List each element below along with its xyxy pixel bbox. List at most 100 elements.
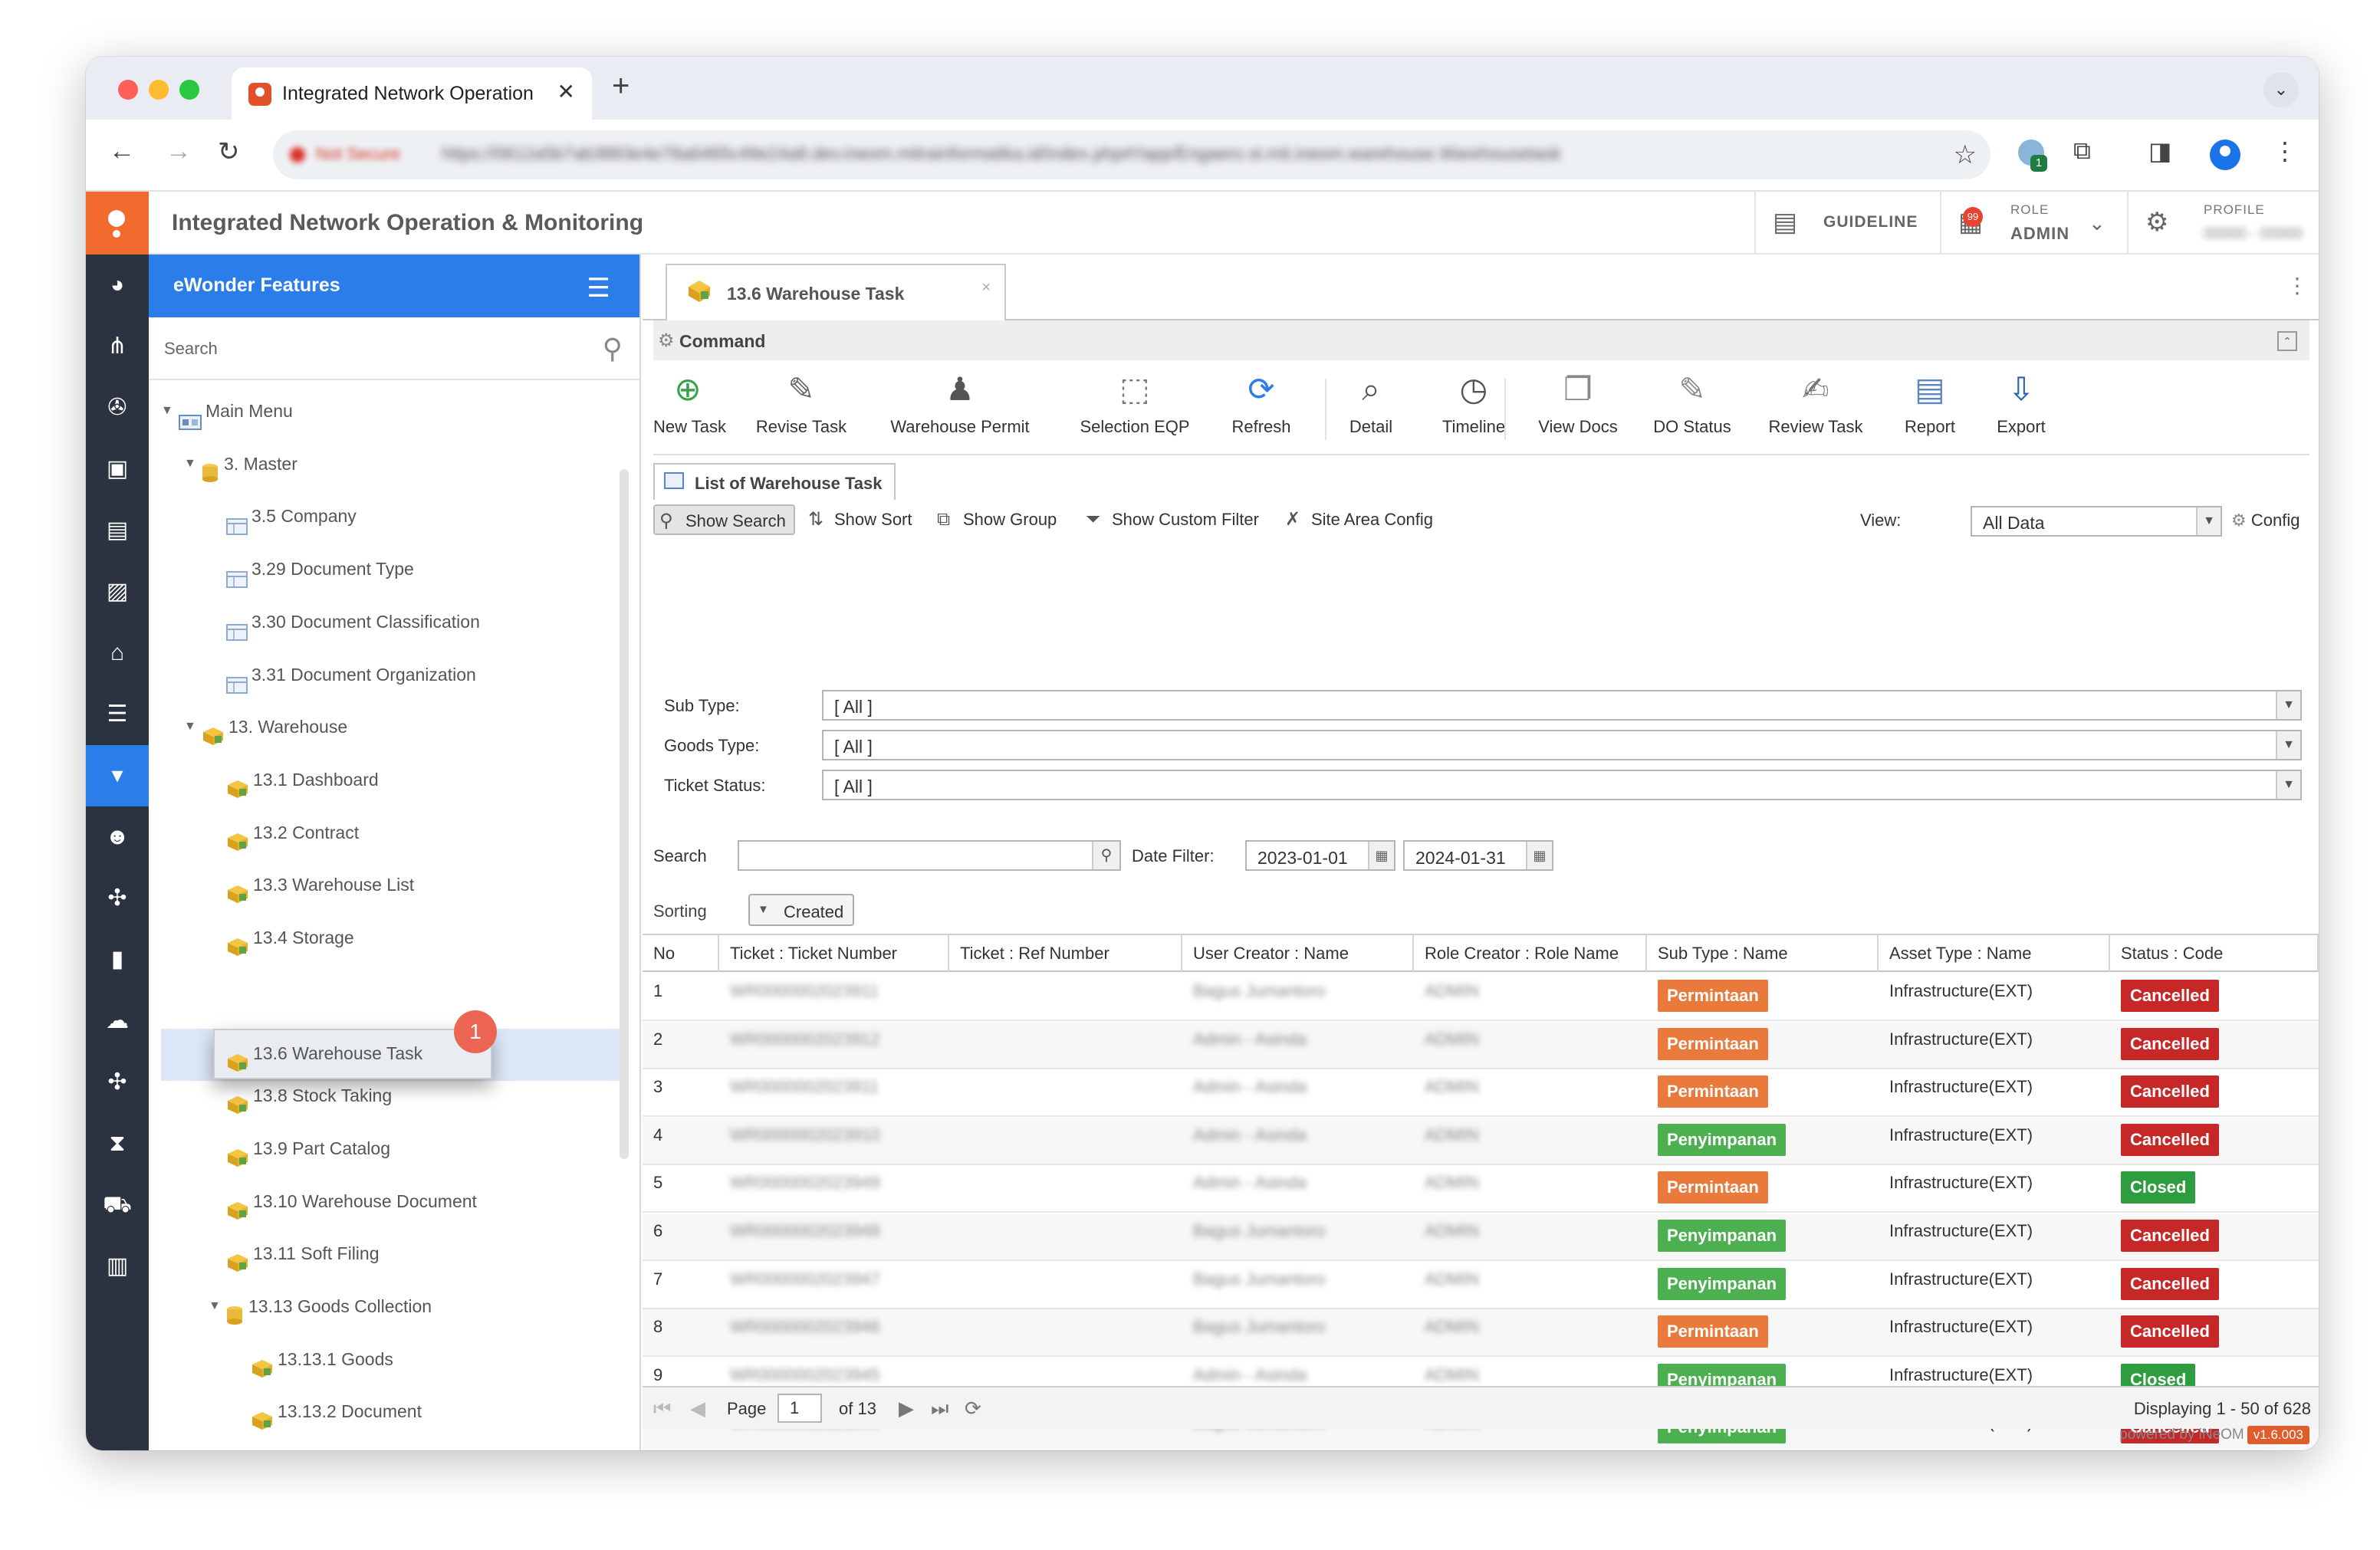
grid-search-input[interactable]: ⚲ — [738, 840, 1121, 871]
table-row[interactable]: 3 WR0000002023911 Admin - Asinda ADMIN Permi… — [643, 1069, 2319, 1117]
chart-icon[interactable]: ▥ — [86, 1236, 149, 1297]
users-icon[interactable]: ☻ — [86, 806, 149, 868]
last-page-icon[interactable]: ⏭ — [931, 1397, 948, 1421]
command-review-task-button[interactable]: ✍ Review Task — [1762, 369, 1869, 454]
filter-field-select[interactable]: [ All ] ▼ — [822, 730, 2302, 760]
chevron-down-icon[interactable]: ▼ — [2276, 731, 2300, 759]
more-vertical-icon[interactable]: ⋮ — [2286, 273, 2308, 298]
close-window-button[interactable] — [118, 80, 138, 100]
car-icon[interactable]: ⛟ — [86, 1174, 149, 1236]
puzzle-alt-icon[interactable]: ✣ — [86, 1052, 149, 1113]
close-tab-icon[interactable]: ✕ — [557, 79, 575, 104]
tree-item[interactable]: 13.1 Dashboard — [209, 757, 379, 803]
tree-item[interactable]: 13.10 Warehouse Document — [209, 1178, 477, 1224]
puzzle-icon[interactable]: ✣ — [86, 868, 149, 929]
profile-value[interactable]: 00000 - 00000 — [2204, 225, 2303, 243]
date-from-field[interactable]: 2023-01-01 ▦ — [1245, 840, 1395, 871]
page-number-input[interactable]: 1 — [777, 1394, 822, 1423]
settings-gear-icon[interactable]: ⚙ — [2145, 207, 2168, 238]
hamburger-menu-icon[interactable]: ☰ — [587, 273, 610, 304]
browser-menu-icon[interactable]: ⋮ — [2273, 136, 2297, 166]
column-header[interactable]: Sub Type : Name — [1647, 935, 1879, 972]
sidebar-search-input[interactable] — [164, 334, 578, 363]
search-icon[interactable]: ⚲ — [1092, 842, 1119, 869]
tree-item[interactable]: 13.11 Soft Filing — [209, 1230, 380, 1276]
warehouse-box-icon[interactable]: ▾ — [86, 745, 149, 806]
cloud-icon[interactable]: ☁ — [86, 990, 149, 1052]
tree-item[interactable]: 3.31 Document Organization — [209, 652, 476, 698]
clipboard-list-icon[interactable]: ▤ — [86, 500, 149, 561]
tree-item[interactable]: 3.29 Document Type — [209, 546, 414, 592]
table-row[interactable]: 4 WR0000002023910 Admin - Asinda ADMIN Penyi… — [643, 1118, 2319, 1165]
book-icon[interactable]: ▮ — [86, 929, 149, 990]
tree-item[interactable]: 3.30 Document Classification — [209, 599, 480, 645]
table-row[interactable]: 5 WR0000002023949 Admin - Asinda ADMIN Permi… — [643, 1165, 2319, 1213]
hourglass-icon[interactable]: ⧗ — [86, 1113, 149, 1174]
command-warehouse-permit-button[interactable]: ♟ Warehouse Permit — [883, 369, 1037, 454]
guideline-link[interactable]: GUIDELINE — [1823, 213, 1918, 232]
command-do-status-button[interactable]: ✎ DO Status — [1650, 369, 1734, 454]
show-custom-filter-button[interactable]: ⏷ Show Custom Filter — [1081, 504, 1259, 535]
side-panel-icon[interactable]: ◨ — [2148, 136, 2171, 166]
store-icon[interactable]: ⌂ — [86, 622, 149, 684]
maximize-window-button[interactable] — [179, 80, 199, 100]
command-new-task-button[interactable]: ⊕ New Task — [653, 369, 726, 454]
view-select[interactable]: All Data ▼ — [1971, 506, 2222, 537]
guideline-book-icon[interactable]: ▤ — [1773, 207, 1797, 238]
puzzle-extensions-icon[interactable]: ⧉ — [2073, 136, 2091, 166]
clipboard-icon[interactable]: ▣ — [86, 438, 149, 500]
tree-item[interactable]: 13.3 Warehouse List — [209, 862, 414, 908]
tree-item[interactable]: ▼ 13.13 Goods Collection — [209, 1283, 432, 1329]
prev-page-icon[interactable]: ◀ — [690, 1397, 705, 1420]
table-row[interactable]: 7 WR0000002023947 Bagus Jumantoro ADMIN Peny… — [643, 1262, 2319, 1309]
tree-item[interactable]: 13.4 Storage — [209, 915, 354, 961]
command-revise-task-button[interactable]: ✎ Revise Task — [753, 369, 850, 454]
dashboard-pie-icon[interactable]: ◕ — [86, 255, 149, 316]
close-icon[interactable]: × — [981, 279, 991, 297]
tree-item[interactable]: 13.13.1 Goods — [233, 1336, 393, 1382]
chevron-down-icon[interactable]: ▼ — [2276, 691, 2300, 719]
tab-warehouse-task[interactable]: 13.6 Warehouse Task × — [666, 264, 1006, 322]
tree-expand-arrow-icon[interactable]: ▼ — [184, 704, 201, 750]
image-icon[interactable]: ▨ — [86, 561, 149, 622]
sidebar-scrollbar[interactable] — [620, 469, 629, 1159]
column-header[interactable]: Ticket : Ref Number — [949, 935, 1182, 972]
command-export-button[interactable]: ⇩ Export — [1990, 369, 2052, 454]
chevron-down-icon[interactable]: ▼ — [2196, 507, 2221, 535]
command-view-docs-button[interactable]: ❐ View Docs — [1535, 369, 1621, 454]
refresh-icon[interactable]: ⟳ — [965, 1397, 981, 1420]
tree-item[interactable]: ▼ 13. Warehouse — [184, 704, 347, 750]
server-icon[interactable]: ☰ — [86, 684, 149, 745]
next-page-icon[interactable]: ▶ — [899, 1397, 914, 1420]
column-header[interactable]: Ticket : Ticket Number — [719, 935, 949, 972]
table-row[interactable]: 1 WR0000002023911 Bagus Jumantoro ADMIN Perm… — [643, 974, 2319, 1021]
filter-field-select[interactable]: [ All ] ▼ — [822, 690, 2302, 721]
wrench-icon[interactable]: ✇ — [86, 377, 149, 438]
tab-search-chevron-icon[interactable]: ⌄ — [2263, 72, 2299, 107]
tab-list-of-warehouse-task[interactable]: List of Warehouse Task — [653, 463, 896, 500]
show-search-button[interactable]: ⚲ Show Search — [653, 504, 795, 535]
address-bar[interactable]: Not Secure https://0612a5b7ab3883e4e78a6… — [273, 130, 1990, 179]
sort-created-chip[interactable]: ▼ Created — [748, 894, 854, 926]
table-row[interactable]: 6 WR0000002023948 Bagus Jumantoro ADMIN Peny… — [643, 1213, 2319, 1261]
profile-avatar-icon[interactable] — [2210, 140, 2240, 170]
date-to-field[interactable]: 2024-01-31 ▦ — [1403, 840, 1553, 871]
tree-expand-arrow-icon[interactable]: ▼ — [161, 388, 178, 434]
config-button[interactable]: ⚙ Config — [2231, 511, 2299, 530]
filter-field-select[interactable]: [ All ] ▼ — [822, 770, 2302, 800]
site-area-config-button[interactable]: ✗ Site Area Config — [1280, 504, 1433, 535]
command-selection-eqp-button[interactable]: ⬚ Selection EQP — [1073, 369, 1196, 454]
tree-item[interactable]: 13.2 Contract — [209, 809, 359, 855]
command-detail-button[interactable]: ⌕ Detail — [1343, 369, 1399, 454]
network-icon[interactable]: ⋔ — [86, 316, 149, 377]
tree-expand-arrow-icon[interactable]: ▼ — [209, 1283, 225, 1329]
app-logo-icon[interactable] — [86, 192, 149, 255]
show-sort-button[interactable]: ⇅ Show Sort — [804, 504, 912, 535]
role-chevron-down-icon[interactable]: ⌄ — [2089, 212, 2106, 235]
back-arrow-icon[interactable]: ← — [109, 136, 135, 166]
chevron-down-icon[interactable]: ▼ — [2276, 771, 2300, 799]
column-header[interactable]: No — [643, 935, 719, 972]
tree-item[interactable]: 13.9 Part Catalog — [209, 1125, 390, 1171]
calendar-icon[interactable]: ▦ — [1368, 842, 1394, 869]
column-header[interactable]: Role Creator : Role Name — [1414, 935, 1647, 972]
